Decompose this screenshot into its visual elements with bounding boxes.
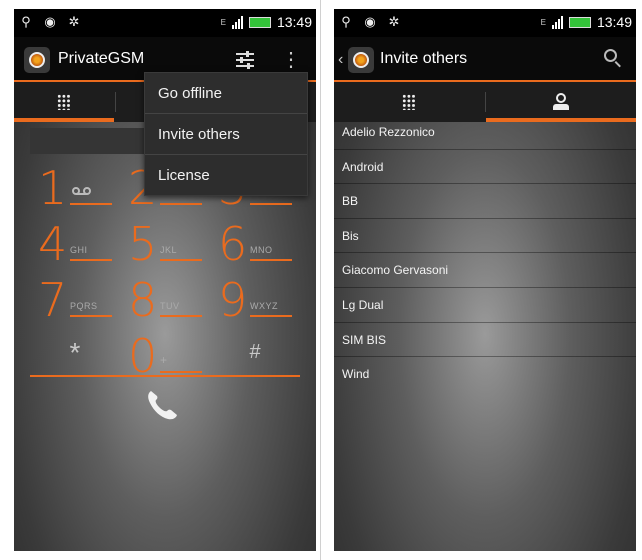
key-5[interactable]: 5 JKL — [120, 215, 210, 273]
list-item[interactable]: Bis — [334, 219, 636, 254]
key-letters: PQRS — [70, 301, 98, 311]
app-notify-icon: ◉ — [44, 14, 56, 29]
app-title: PrivateGSM — [58, 50, 145, 67]
usb-icon: ⚲ — [341, 14, 351, 29]
voicemail-icon — [72, 187, 92, 195]
signal-icon — [231, 15, 243, 29]
key-1[interactable]: 1 — [30, 159, 120, 217]
dialer-screen: ⚲ ◉ ✲ E 13:49 PrivateGSM ⋮ 1 2 4 GHI 5 J… — [14, 9, 316, 551]
key-letters: JKL — [160, 245, 178, 255]
status-bar: ⚲ ◉ ✲ E 13:49 — [334, 9, 636, 37]
panel-divider — [320, 0, 321, 560]
key-letters: TUV — [160, 301, 180, 311]
contact-list: Adelio Rezzonico Android BB Bis Giacomo … — [334, 115, 636, 392]
app-logo-icon[interactable] — [24, 47, 50, 73]
list-item[interactable]: Adelio Rezzonico — [334, 115, 636, 150]
overflow-menu: Go offline Invite others License — [144, 72, 308, 196]
key-6[interactable]: 6 MNO — [210, 215, 300, 273]
key-underline — [70, 203, 112, 205]
list-item[interactable]: Lg Dual — [334, 288, 636, 323]
key-8[interactable]: 8 TUV — [120, 271, 210, 329]
left-screenshot-panel: ⚲ ◉ ✲ E 13:49 PrivateGSM ⋮ 1 2 4 GHI 5 J… — [0, 0, 316, 560]
key-letters: + — [160, 353, 168, 367]
screen-title: Invite others — [380, 50, 468, 67]
status-bar: ⚲ ◉ ✲ E 13:49 — [14, 9, 316, 37]
key-underline — [160, 259, 202, 261]
overflow-menu-icon[interactable]: ⋮ — [278, 47, 304, 73]
network-type-label: E — [540, 17, 546, 27]
key-letters: GHI — [70, 245, 88, 255]
key-underline — [250, 315, 292, 317]
tab-dialpad[interactable] — [14, 82, 114, 122]
android-debug-icon: ✲ — [388, 14, 400, 29]
key-letters: MNO — [250, 245, 273, 255]
menu-item-license[interactable]: License — [145, 155, 307, 196]
key-underline — [160, 371, 202, 373]
battery-icon — [248, 16, 271, 28]
key-digit: 9 — [218, 273, 248, 327]
menu-item-invite-others[interactable]: Invite others — [145, 114, 307, 155]
key-digit: 1 — [38, 161, 68, 215]
key-underline — [160, 203, 202, 205]
app-notify-icon: ◉ — [364, 14, 376, 29]
key-underline — [250, 203, 292, 205]
key-symbol: * — [69, 337, 81, 368]
list-item[interactable]: Wind — [334, 357, 636, 392]
key-symbol: # — [249, 341, 261, 363]
list-item[interactable]: SIM BIS — [334, 323, 636, 358]
contacts-icon — [553, 93, 569, 111]
key-digit: 6 — [218, 217, 248, 271]
search-icon[interactable] — [604, 49, 624, 69]
key-9[interactable]: 9 WXYZ — [210, 271, 300, 329]
network-type-label: E — [220, 17, 226, 27]
key-digit: 4 — [38, 217, 68, 271]
app-logo-icon[interactable] — [348, 47, 374, 73]
action-bar: ‹ Invite others — [334, 37, 636, 82]
key-digit: 7 — [38, 273, 68, 327]
clock: 13:49 — [276, 14, 312, 30]
list-item[interactable]: Giacomo Gervasoni — [334, 253, 636, 288]
key-underline — [70, 315, 112, 317]
dialpad-icon — [402, 94, 416, 110]
key-digit: 8 — [128, 273, 158, 327]
dialpad-icon — [57, 94, 71, 110]
key-underline — [250, 259, 292, 261]
key-underline — [70, 259, 112, 261]
list-item[interactable]: BB — [334, 184, 636, 219]
dialpad-divider — [30, 375, 300, 377]
key-underline — [160, 315, 202, 317]
key-7[interactable]: 7 PQRS — [30, 271, 120, 329]
key-4[interactable]: 4 GHI — [30, 215, 120, 273]
usb-icon: ⚲ — [21, 14, 31, 29]
right-screenshot-panel: ⚲ ◉ ✲ E 13:49 ‹ Invite others Adelio Rez… — [326, 0, 642, 560]
battery-icon — [568, 16, 591, 28]
android-debug-icon: ✲ — [68, 14, 80, 29]
key-letters: WXYZ — [250, 301, 278, 311]
menu-item-go-offline[interactable]: Go offline — [145, 73, 307, 114]
list-item[interactable]: Android — [334, 150, 636, 185]
key-digit: 5 — [128, 217, 158, 271]
settings-sliders-icon[interactable] — [232, 47, 258, 73]
invite-screen: ⚲ ◉ ✲ E 13:49 ‹ Invite others Adelio Rez… — [334, 9, 636, 551]
phone-call-icon[interactable] — [142, 385, 182, 425]
back-icon[interactable]: ‹ — [338, 51, 343, 69]
clock: 13:49 — [596, 14, 632, 30]
signal-icon — [551, 15, 563, 29]
